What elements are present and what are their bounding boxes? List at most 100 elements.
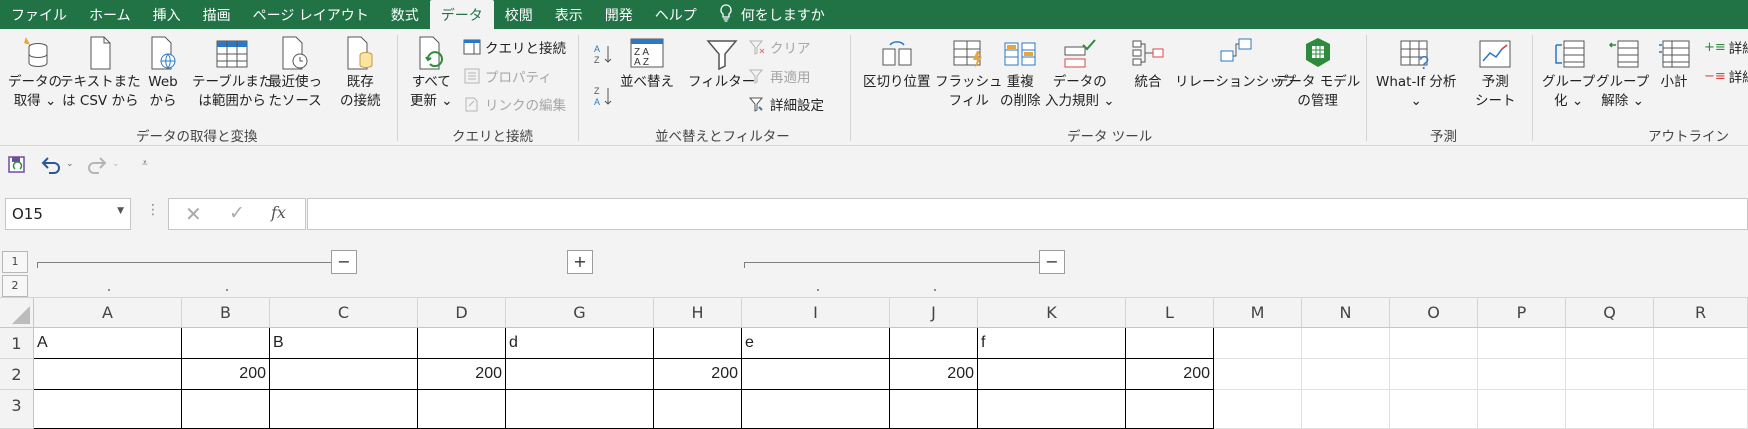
row-header-2[interactable]: 2 — [0, 359, 34, 390]
properties-button[interactable]: プロパティ — [463, 66, 552, 86]
subtotal-button[interactable]: 小計 — [1657, 35, 1691, 92]
cell-K3[interactable] — [978, 390, 1126, 429]
row-header-1[interactable]: 1 — [0, 328, 34, 359]
column-header-G[interactable]: G — [506, 298, 654, 328]
cell-D3[interactable] — [418, 390, 506, 429]
cell-N2[interactable] — [1302, 359, 1390, 390]
row-header-3[interactable]: 3 — [0, 390, 34, 429]
existing-connections-button[interactable]: 既存 の接続 — [340, 35, 381, 111]
cell-R3[interactable] — [1654, 390, 1748, 429]
cell-C1[interactable]: B — [270, 328, 418, 359]
edit-links-button[interactable]: リンクの編集 — [463, 94, 566, 114]
cell-I2[interactable] — [742, 359, 890, 390]
cell-M2[interactable] — [1214, 359, 1302, 390]
cell-P1[interactable] — [1478, 328, 1566, 359]
column-header-K[interactable]: K — [978, 298, 1126, 328]
recent-sources-button[interactable]: 最近使っ たソース — [268, 35, 322, 111]
tab-page-layout[interactable]: ページ レイアウト — [242, 0, 380, 29]
cell-Q2[interactable] — [1566, 359, 1654, 390]
cell-K1[interactable]: f — [978, 328, 1126, 359]
collapse-group-button[interactable]: − — [1039, 250, 1065, 274]
sort-button[interactable]: Z AA Z 並べ替え — [620, 35, 674, 92]
undo-icon[interactable] — [40, 155, 62, 175]
column-header-A[interactable]: A — [34, 298, 182, 328]
tab-view[interactable]: 表示 — [544, 0, 594, 29]
cell-G1[interactable]: d — [506, 328, 654, 359]
column-header-N[interactable]: N — [1302, 298, 1390, 328]
cell-G3[interactable] — [506, 390, 654, 429]
cell-N1[interactable] — [1302, 328, 1390, 359]
column-header-C[interactable]: C — [270, 298, 418, 328]
cell-N3[interactable] — [1302, 390, 1390, 429]
column-header-O[interactable]: O — [1390, 298, 1478, 328]
formula-bar-splitter-icon[interactable]: ⋮ — [146, 202, 160, 218]
text-to-columns-button[interactable]: 区切り位置 — [863, 35, 931, 92]
consolidate-button[interactable]: 統合 — [1131, 35, 1165, 92]
cell-H1[interactable] — [654, 328, 742, 359]
column-header-J[interactable]: J — [890, 298, 978, 328]
tab-file[interactable]: ファイル — [0, 0, 78, 29]
cell-I3[interactable] — [742, 390, 890, 429]
hide-detail-button[interactable]: −≡ 詳細 — [1704, 66, 1748, 87]
tab-developer[interactable]: 開発 — [594, 0, 644, 29]
cancel-icon[interactable]: ✕ — [185, 202, 202, 226]
formula-input[interactable] — [307, 198, 1748, 230]
cell-A2[interactable] — [34, 359, 182, 390]
group-button[interactable]: グループ 化 ⌄ — [1542, 35, 1595, 111]
clear-filter-button[interactable]: クリア — [748, 37, 811, 57]
tab-formulas[interactable]: 数式 — [380, 0, 430, 29]
cell-O1[interactable] — [1390, 328, 1478, 359]
cell-P2[interactable] — [1478, 359, 1566, 390]
cell-I1[interactable]: e — [742, 328, 890, 359]
cell-L2[interactable]: 200 — [1126, 359, 1214, 390]
queries-connections-button[interactable]: クエリと接続 — [463, 37, 566, 57]
show-detail-button[interactable]: +≡ 詳細 — [1704, 37, 1748, 58]
cell-A1[interactable]: A — [34, 328, 182, 359]
column-header-L[interactable]: L — [1126, 298, 1214, 328]
cell-B3[interactable] — [182, 390, 270, 429]
cell-R2[interactable] — [1654, 359, 1748, 390]
cell-H3[interactable] — [654, 390, 742, 429]
flash-fill-button[interactable]: フラッシュ フィル — [935, 35, 1003, 111]
advanced-filter-button[interactable]: 詳細設定 — [748, 94, 824, 114]
from-table-range-button[interactable]: テーブルまた は範囲から — [192, 35, 272, 111]
outline-level-1-button[interactable]: 1 — [2, 251, 28, 273]
sort-descending-button[interactable]: ZA — [594, 85, 614, 107]
name-box[interactable]: O15 ▼ — [5, 198, 131, 230]
expand-group-button[interactable]: + — [567, 250, 593, 274]
column-header-R[interactable]: R — [1654, 298, 1748, 328]
tab-data[interactable]: データ — [429, 0, 494, 29]
column-header-P[interactable]: P — [1478, 298, 1566, 328]
cell-M3[interactable] — [1214, 390, 1302, 429]
outline-level-2-button[interactable]: 2 — [2, 275, 28, 297]
what-if-analysis-button[interactable]: ? What-If 分析 ⌄ — [1376, 35, 1456, 111]
cell-L1[interactable] — [1126, 328, 1214, 359]
filter-button[interactable]: フィルター — [688, 35, 755, 92]
save-refresh-icon[interactable] — [7, 155, 27, 175]
forecast-sheet-button[interactable]: 予測 シート — [1475, 35, 1516, 111]
ungroup-button[interactable]: グループ 解除 ⌄ — [1596, 35, 1649, 111]
cell-P3[interactable] — [1478, 390, 1566, 429]
redo-icon[interactable] — [86, 155, 108, 175]
cell-A3[interactable] — [34, 390, 182, 429]
tab-help[interactable]: ヘルプ — [644, 0, 708, 29]
enter-check-icon[interactable]: ✓ — [229, 202, 245, 224]
cell-D1[interactable] — [418, 328, 506, 359]
cell-Q3[interactable] — [1566, 390, 1654, 429]
cell-O2[interactable] — [1390, 359, 1478, 390]
get-data-button[interactable]: データの 取得 ⌄ — [8, 35, 62, 111]
cell-K2[interactable] — [978, 359, 1126, 390]
column-header-Q[interactable]: Q — [1566, 298, 1654, 328]
column-header-M[interactable]: M — [1214, 298, 1302, 328]
insert-function-icon[interactable]: fx — [271, 203, 286, 222]
column-header-H[interactable]: H — [654, 298, 742, 328]
cell-C3[interactable] — [270, 390, 418, 429]
undo-dropdown-icon[interactable]: ⌄ — [66, 159, 74, 169]
from-text-csv-button[interactable]: テキストまた は CSV から — [60, 35, 141, 111]
chevron-down-icon[interactable]: ▼ — [117, 206, 124, 216]
cell-J3[interactable] — [890, 390, 978, 429]
column-header-I[interactable]: I — [742, 298, 890, 328]
tell-me-search[interactable]: 何をしますか — [708, 0, 836, 29]
sort-ascending-button[interactable]: AZ — [594, 43, 614, 65]
cell-B1[interactable] — [182, 328, 270, 359]
